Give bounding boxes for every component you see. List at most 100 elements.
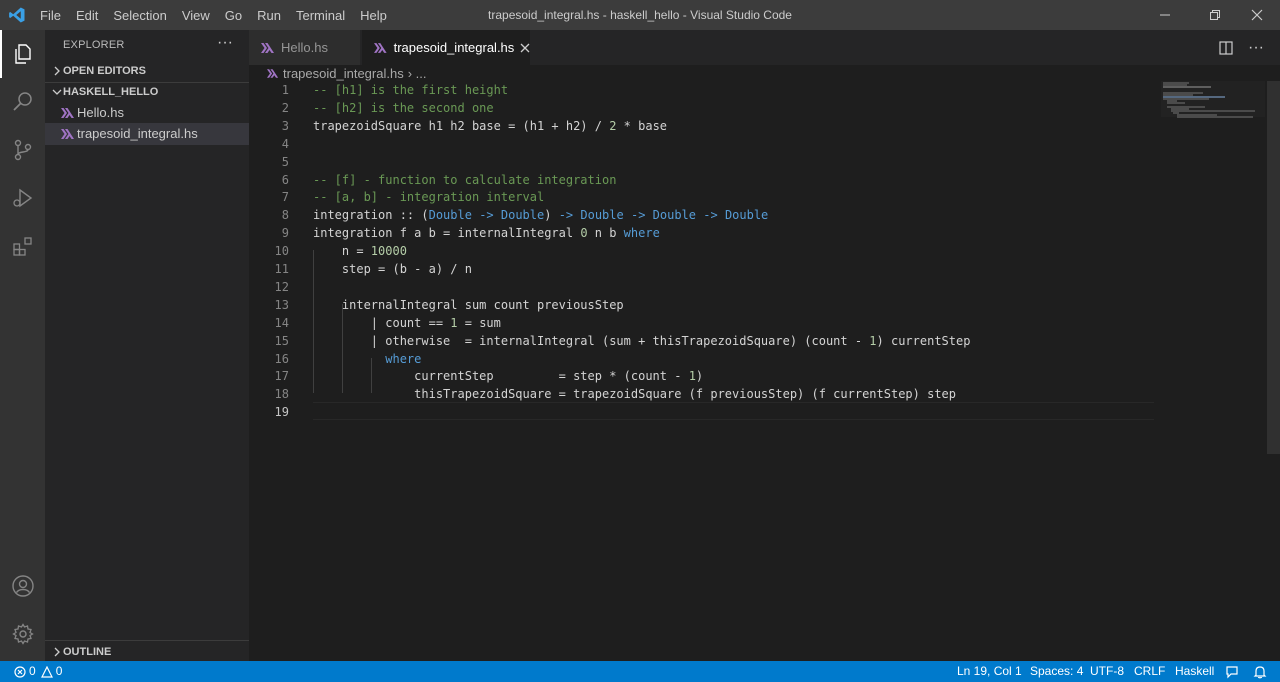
menu-help[interactable]: Help: [360, 8, 387, 23]
code-line: -- [h2] is the second one: [313, 100, 494, 115]
search-activity[interactable]: [0, 78, 45, 126]
tab-hello[interactable]: Hello.hs: [249, 30, 361, 65]
minimize-button[interactable]: [1142, 0, 1188, 30]
close-window-button[interactable]: [1234, 0, 1280, 30]
line-number: 15: [274, 333, 289, 348]
encoding[interactable]: UTF-8: [1090, 661, 1124, 682]
end-of-line[interactable]: CRLF: [1134, 661, 1165, 682]
close-tab-icon[interactable]: [520, 43, 530, 53]
explorer-activity[interactable]: [0, 30, 45, 78]
cursor-position[interactable]: Ln 19, Col 1: [957, 661, 1022, 682]
feedback-button[interactable]: [1225, 661, 1239, 682]
split-editor-button[interactable]: [1211, 30, 1241, 65]
menu-edit[interactable]: Edit: [76, 8, 98, 23]
menu-run[interactable]: Run: [257, 8, 281, 23]
problems-indicator[interactable]: 0 0: [14, 661, 62, 682]
line-number: 2: [281, 100, 289, 115]
accounts-activity[interactable]: [0, 562, 45, 610]
line-number: 6: [281, 172, 289, 187]
folder-label: HASKELL_HELLO: [63, 86, 159, 98]
haskell-icon: [61, 129, 74, 139]
folder-section[interactable]: HASKELL_HELLO: [45, 81, 249, 103]
language-mode[interactable]: Haskell: [1175, 661, 1214, 682]
haskell-icon: [261, 42, 274, 53]
chevron-right-icon: [54, 647, 60, 657]
code-line: thisTrapezoidSquare = trapezoidSquare (f…: [313, 387, 956, 402]
vertical-scrollbar[interactable]: [1267, 81, 1280, 454]
manage-activity[interactable]: [0, 610, 45, 658]
code-editor[interactable]: 1 2 3 4 5 6 7 8 9 10 11 12 13 14 15 16 17 18 19 -- [h1] is…: [249, 81, 1280, 661]
code-line: where: [385, 351, 422, 366]
line-number: 13: [274, 297, 289, 312]
status-bar: 0 0 Ln 19, Col 1 Spaces: 4 UTF-8 CRLF Ha…: [0, 661, 1280, 682]
activity-bar: [0, 30, 45, 661]
extensions-activity[interactable]: [0, 222, 45, 270]
files-icon: [14, 44, 31, 64]
source-control-activity[interactable]: [0, 126, 45, 174]
line-number: 11: [274, 262, 289, 276]
outline-label: OUTLINE: [63, 646, 112, 658]
code-line: integration :: (Double -> Double) -> Dou…: [313, 208, 769, 223]
file-label: trapesoid_integral.hs: [77, 126, 198, 141]
code-line: -- [h1] is the first height: [313, 83, 509, 97]
line-number: 12: [274, 279, 289, 294]
search-icon: [12, 92, 32, 111]
warning-count: 0: [55, 664, 63, 678]
line-number: 4: [281, 136, 289, 151]
explorer-sidebar: EXPLORER ··· OPEN EDITORS HASKELL_HELLO …: [45, 30, 249, 661]
title-bar: File Edit Selection View Go Run Terminal…: [0, 0, 1280, 30]
line-number: 14: [274, 315, 289, 330]
tab-label: trapesoid_integral.hs: [393, 40, 515, 55]
breadcrumb-more[interactable]: › ...: [408, 66, 427, 81]
run-debug-icon: [12, 188, 32, 208]
code-line: | count == 1 = sum: [313, 315, 501, 330]
file-label: Hello.hs: [77, 105, 124, 120]
breadcrumb-file[interactable]: trapesoid_integral.hs: [283, 66, 404, 81]
outline-section[interactable]: OUTLINE: [45, 641, 249, 663]
line-number: 8: [281, 208, 289, 223]
code-line: -- [a, b] - integration interval: [313, 190, 545, 205]
haskell-icon: [374, 42, 387, 53]
menu-terminal[interactable]: Terminal: [296, 8, 345, 23]
more-actions-icon[interactable]: ···: [217, 34, 233, 52]
open-editors-section[interactable]: OPEN EDITORS: [45, 60, 249, 82]
vscode-logo-icon: [9, 7, 25, 23]
line-number: 16: [274, 351, 289, 366]
breadcrumb: trapesoid_integral.hs › ...: [249, 65, 426, 81]
feedback-icon: [1226, 665, 1238, 678]
menu-view[interactable]: View: [182, 8, 210, 23]
line-number: 17: [274, 369, 289, 384]
tab-label: Hello.hs: [281, 40, 328, 55]
menu-go[interactable]: Go: [225, 8, 242, 23]
line-number: 19: [274, 405, 289, 420]
line-number: 5: [281, 154, 289, 169]
account-icon: [11, 575, 34, 597]
explorer-header: EXPLORER: [63, 39, 125, 51]
code-line: | otherwise = internalIntegral (sum + th…: [313, 333, 971, 348]
more-actions-icon[interactable]: ···: [1241, 30, 1271, 65]
file-item-trapesoid[interactable]: trapesoid_integral.hs: [45, 123, 249, 145]
notifications-button[interactable]: [1253, 661, 1267, 682]
code-line: -- [f] - function to calculate integrati…: [313, 172, 617, 187]
editor-tabs: Hello.hs trapesoid_integral.hs ···: [249, 30, 1280, 65]
menu-selection[interactable]: Selection: [113, 8, 166, 23]
line-number: 1: [281, 83, 289, 97]
haskell-icon: [267, 68, 279, 78]
haskell-icon: [61, 108, 74, 118]
menu-file[interactable]: File: [40, 8, 61, 23]
minimap[interactable]: [1161, 81, 1265, 118]
tab-trapesoid[interactable]: trapesoid_integral.hs: [362, 30, 530, 65]
file-item-hello[interactable]: Hello.hs: [45, 102, 249, 124]
restore-icon: [1210, 10, 1220, 20]
line-number: 9: [281, 226, 289, 241]
line-number: 7: [281, 190, 289, 205]
extensions-icon: [12, 237, 32, 256]
code-line: n = 10000: [313, 244, 407, 259]
indentation[interactable]: Spaces: 4: [1030, 661, 1083, 682]
source-control-icon: [14, 139, 31, 161]
current-line-highlight: [313, 402, 1154, 420]
bell-icon: [1253, 665, 1267, 678]
restore-button[interactable]: [1192, 0, 1238, 30]
code-line: step = (b - a) / n: [313, 262, 472, 276]
run-debug-activity[interactable]: [0, 174, 45, 222]
